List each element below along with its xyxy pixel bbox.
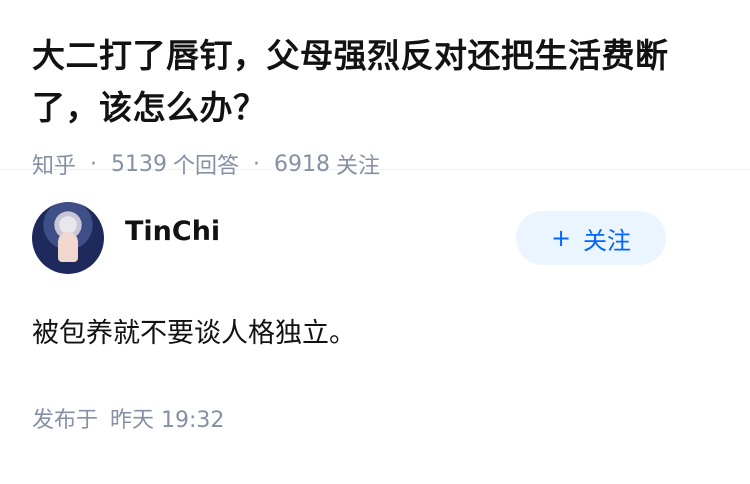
follow-button-label: 关注 — [583, 226, 632, 255]
author-name[interactable]: TinChi — [125, 216, 220, 247]
published-time-value: 昨天 19:32 — [110, 408, 225, 433]
author-row: TinChi + 关注 — [32, 170, 718, 276]
plus-icon: + — [550, 224, 572, 252]
question-title[interactable]: 大二打了唇钉，父母强烈反对还把生活费断了，该怎么办？ — [32, 30, 718, 134]
published-time: 发布于 昨天 19:32 — [32, 402, 718, 434]
answer-content: 被包养就不要谈人格独立。 — [32, 318, 356, 349]
follow-button[interactable]: + 关注 — [516, 211, 666, 265]
published-label: 发布于 — [32, 408, 99, 433]
answer-card: TinChi + 关注 被包养就不要谈人格独立。 发布于 昨天 19:32 — [0, 170, 750, 434]
avatar[interactable] — [32, 202, 104, 274]
question-header: 大二打了唇钉，父母强烈反对还把生活费断了，该怎么办？ 知乎 · 5139 个回答… — [0, 0, 750, 179]
